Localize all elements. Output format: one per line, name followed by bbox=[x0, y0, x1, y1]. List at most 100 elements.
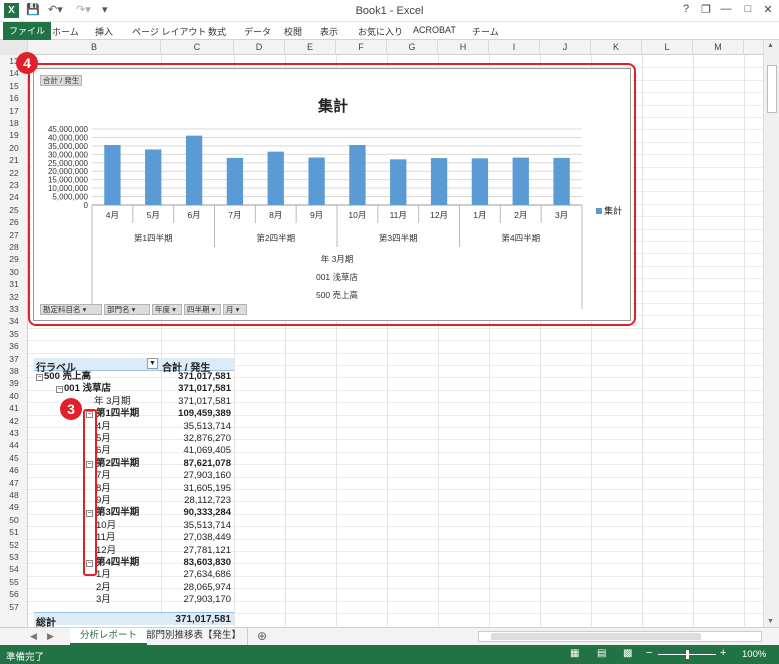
pivot-row[interactable]: −500 売上高 371,017,581 bbox=[34, 371, 234, 383]
prev-sheet-icon[interactable]: ◀ bbox=[30, 631, 37, 642]
column-header-e[interactable]: E bbox=[285, 40, 336, 55]
row-header[interactable]: 49 bbox=[0, 501, 28, 513]
zoom-out-button[interactable]: − bbox=[646, 647, 652, 659]
tab-data[interactable]: データ bbox=[244, 25, 271, 38]
column-header-i[interactable]: I bbox=[489, 40, 540, 55]
row-header[interactable]: 43 bbox=[0, 427, 28, 439]
row-header[interactable]: 29 bbox=[0, 253, 28, 265]
close-button[interactable]: ✕ bbox=[760, 3, 776, 16]
tab-file[interactable]: ファイル bbox=[3, 22, 52, 40]
collapse-toggle-icon[interactable]: − bbox=[36, 374, 43, 381]
row-header[interactable]: 19 bbox=[0, 129, 28, 141]
vertical-scrollbar[interactable]: ▲ ▼ bbox=[763, 40, 779, 627]
row-header[interactable]: 52 bbox=[0, 539, 28, 551]
pivot-row[interactable]: 5月 32,876,270 bbox=[34, 433, 234, 445]
maximize-button[interactable]: □ bbox=[740, 3, 756, 15]
row-header[interactable]: 16 bbox=[0, 92, 28, 104]
pivot-row[interactable]: −001 浅草店 371,017,581 bbox=[34, 383, 234, 395]
pivot-row[interactable]: 4月 35,513,714 bbox=[34, 421, 234, 433]
row-header[interactable]: 56 bbox=[0, 588, 28, 600]
help-button[interactable]: ? bbox=[678, 3, 694, 15]
tab-formulas[interactable]: 数式 bbox=[208, 25, 226, 38]
row-header[interactable]: 51 bbox=[0, 526, 28, 538]
pivot-row[interactable]: − 第4四半期 83,603,830 bbox=[34, 557, 234, 569]
scroll-thumb[interactable] bbox=[767, 65, 777, 113]
tab-home[interactable]: ホーム bbox=[52, 25, 79, 38]
row-header[interactable]: 37 bbox=[0, 353, 28, 365]
pivot-row[interactable]: − 第2四半期 87,621,078 bbox=[34, 458, 234, 470]
row-header[interactable]: 28 bbox=[0, 241, 28, 253]
normal-view-icon[interactable]: ▦ bbox=[570, 648, 579, 659]
zoom-level[interactable]: 100% bbox=[742, 649, 766, 660]
page-layout-view-icon[interactable]: ▤ bbox=[597, 648, 606, 659]
pivot-row[interactable]: 8月 31,605,195 bbox=[34, 483, 234, 495]
row-header[interactable]: 30 bbox=[0, 266, 28, 278]
column-header-g[interactable]: G bbox=[387, 40, 438, 55]
row-header[interactable]: 57 bbox=[0, 601, 28, 613]
row-header[interactable]: 38 bbox=[0, 365, 28, 377]
row-header[interactable]: 54 bbox=[0, 563, 28, 575]
row-header[interactable]: 32 bbox=[0, 291, 28, 303]
pivot-row[interactable]: 1月 27,634,686 bbox=[34, 569, 234, 581]
row-header[interactable]: 50 bbox=[0, 514, 28, 526]
row-header[interactable]: 24 bbox=[0, 191, 28, 203]
column-header-h[interactable]: H bbox=[438, 40, 489, 55]
row-header[interactable]: 17 bbox=[0, 105, 28, 117]
pivot-row[interactable]: 11月 27,038,449 bbox=[34, 532, 234, 544]
row-header[interactable]: 46 bbox=[0, 464, 28, 476]
row-header[interactable]: 18 bbox=[0, 117, 28, 129]
row-header[interactable]: 27 bbox=[0, 229, 28, 241]
tab-view[interactable]: 表示 bbox=[320, 25, 338, 38]
row-header[interactable]: 39 bbox=[0, 377, 28, 389]
row-header[interactable]: 26 bbox=[0, 216, 28, 228]
tab-favorites[interactable]: お気に入り bbox=[358, 25, 403, 38]
row-header[interactable]: 48 bbox=[0, 489, 28, 501]
column-header-l[interactable]: L bbox=[642, 40, 693, 55]
pivot-row[interactable]: 2月 28,065,974 bbox=[34, 582, 234, 594]
column-header-k[interactable]: K bbox=[591, 40, 642, 55]
pivot-filter-icon[interactable]: ▼ bbox=[147, 358, 158, 369]
add-sheet-button[interactable]: ⊕ bbox=[257, 629, 267, 643]
column-header-j[interactable]: J bbox=[540, 40, 591, 55]
ribbon-display-button[interactable]: ❐ bbox=[698, 3, 714, 16]
row-header[interactable]: 21 bbox=[0, 154, 28, 166]
tab-page-layout[interactable]: ページ レイアウト bbox=[132, 25, 206, 38]
pivot-row[interactable]: 6月 41,069,405 bbox=[34, 445, 234, 457]
next-sheet-icon[interactable]: ▶ bbox=[47, 631, 54, 642]
horizontal-scrollbar[interactable] bbox=[478, 631, 762, 642]
pivot-row[interactable]: 3月 27,903,170 bbox=[34, 594, 234, 606]
column-header-d[interactable]: D bbox=[234, 40, 285, 55]
column-header-c[interactable]: C bbox=[161, 40, 234, 55]
column-header-b[interactable]: B bbox=[28, 40, 161, 55]
page-break-view-icon[interactable]: ▩ bbox=[623, 648, 632, 659]
row-header[interactable]: 34 bbox=[0, 315, 28, 327]
row-header[interactable]: 45 bbox=[0, 452, 28, 464]
sheet-tab-analysis[interactable]: 分析レポート bbox=[70, 628, 148, 645]
tab-review[interactable]: 校閲 bbox=[284, 25, 302, 38]
tab-acrobat[interactable]: ACROBAT bbox=[413, 25, 456, 35]
row-header[interactable]: 36 bbox=[0, 340, 28, 352]
zoom-in-button[interactable]: + bbox=[720, 647, 726, 659]
row-header[interactable]: 41 bbox=[0, 402, 28, 414]
column-header-f[interactable]: F bbox=[336, 40, 387, 55]
row-header[interactable]: 40 bbox=[0, 390, 28, 402]
row-header[interactable]: 53 bbox=[0, 551, 28, 563]
scroll-down-icon[interactable]: ▼ bbox=[767, 618, 774, 625]
pivot-row[interactable]: 10月 35,513,714 bbox=[34, 520, 234, 532]
row-header[interactable]: 47 bbox=[0, 477, 28, 489]
pivot-row[interactable]: 7月 27,903,160 bbox=[34, 470, 234, 482]
collapse-toggle-icon[interactable]: − bbox=[56, 386, 63, 394]
row-header[interactable]: 31 bbox=[0, 278, 28, 290]
row-header[interactable]: 25 bbox=[0, 204, 28, 216]
tab-insert[interactable]: 挿入 bbox=[95, 25, 113, 38]
row-header[interactable]: 33 bbox=[0, 303, 28, 315]
sheet-tab-dept-trend[interactable]: 部門別推移表【発生】 bbox=[140, 628, 249, 645]
pivot-row[interactable]: 12月 27,781,121 bbox=[34, 545, 234, 557]
row-header[interactable]: 22 bbox=[0, 167, 28, 179]
scroll-up-icon[interactable]: ▲ bbox=[767, 42, 774, 49]
column-header-m[interactable]: M bbox=[693, 40, 744, 55]
zoom-slider-handle[interactable] bbox=[686, 650, 689, 659]
row-header[interactable]: 44 bbox=[0, 439, 28, 451]
row-header[interactable]: 23 bbox=[0, 179, 28, 191]
tab-team[interactable]: チーム bbox=[472, 25, 499, 38]
